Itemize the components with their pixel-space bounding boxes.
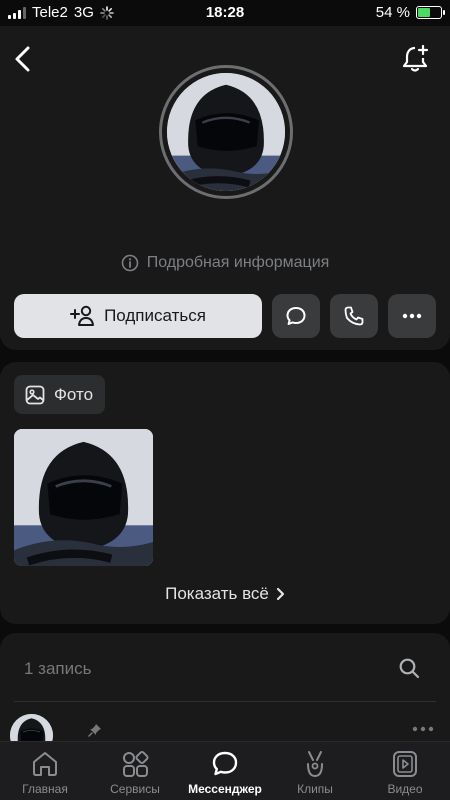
pin-icon <box>88 724 101 737</box>
post-more-icon[interactable] <box>412 725 434 733</box>
tab-clips[interactable]: Клипы <box>270 742 360 800</box>
status-bar: Tele2 3G 18:28 54 % <box>0 0 450 26</box>
battery-percent: 54 % <box>375 4 410 21</box>
add-user-icon <box>70 305 95 326</box>
photo-thumbnail[interactable] <box>14 429 153 566</box>
avatar-photo <box>167 73 285 191</box>
home-icon <box>33 752 57 776</box>
bottom-tab-bar: Главная Сервисы Мессенджер Клипы Видео <box>0 741 450 800</box>
tab-services[interactable]: Сервисы <box>90 742 180 800</box>
subscribe-label: Подписаться <box>104 306 206 325</box>
bell-plus-icon[interactable] <box>400 44 430 74</box>
call-button[interactable] <box>330 294 378 338</box>
more-horizontal-icon <box>402 313 422 319</box>
detailed-info-link[interactable]: Подробная информация <box>0 254 450 272</box>
services-grid-icon <box>123 750 149 777</box>
clips-icon <box>307 751 323 778</box>
divider <box>14 701 436 702</box>
tab-messenger-label: Мессенджер <box>188 782 262 796</box>
info-circle-icon <box>121 254 139 272</box>
chevron-left-icon[interactable] <box>10 44 36 74</box>
battery-icon <box>416 6 445 19</box>
tab-services-label: Сервисы <box>110 782 160 796</box>
messenger-icon <box>212 751 238 776</box>
profile-avatar[interactable] <box>159 65 293 199</box>
photo-icon <box>25 385 45 404</box>
message-button[interactable] <box>272 294 320 338</box>
photos-chip-label: Фото <box>54 384 94 404</box>
tab-video[interactable]: Видео <box>360 742 450 800</box>
show-all-photos-link[interactable]: Показать всё <box>0 584 450 604</box>
photo-image <box>14 429 153 566</box>
video-icon <box>393 751 417 777</box>
status-right: 54 % <box>375 4 445 21</box>
tab-home-label: Главная <box>22 782 68 796</box>
tab-messenger[interactable]: Мессенджер <box>180 742 270 800</box>
message-icon <box>286 307 306 325</box>
search-icon[interactable] <box>398 657 420 679</box>
tab-home[interactable]: Главная <box>0 742 90 800</box>
detailed-info-label: Подробная информация <box>146 254 330 271</box>
profile-actions: Подписаться <box>14 294 436 338</box>
photos-section: Фото Показать всё <box>0 362 450 624</box>
avatar <box>167 73 285 191</box>
show-all-label: Показать всё <box>165 584 269 603</box>
phone-icon <box>344 306 364 326</box>
subscribe-button[interactable]: Подписаться <box>14 294 262 338</box>
more-button[interactable] <box>388 294 436 338</box>
tab-clips-label: Клипы <box>297 782 333 796</box>
posts-count: 1 запись <box>24 659 92 678</box>
tab-video-label: Видео <box>387 782 423 796</box>
photos-tab-chip[interactable]: Фото <box>14 375 106 414</box>
profile-header-card: Подробная информация Подписаться <box>0 26 450 350</box>
chevron-right-icon <box>276 587 284 601</box>
